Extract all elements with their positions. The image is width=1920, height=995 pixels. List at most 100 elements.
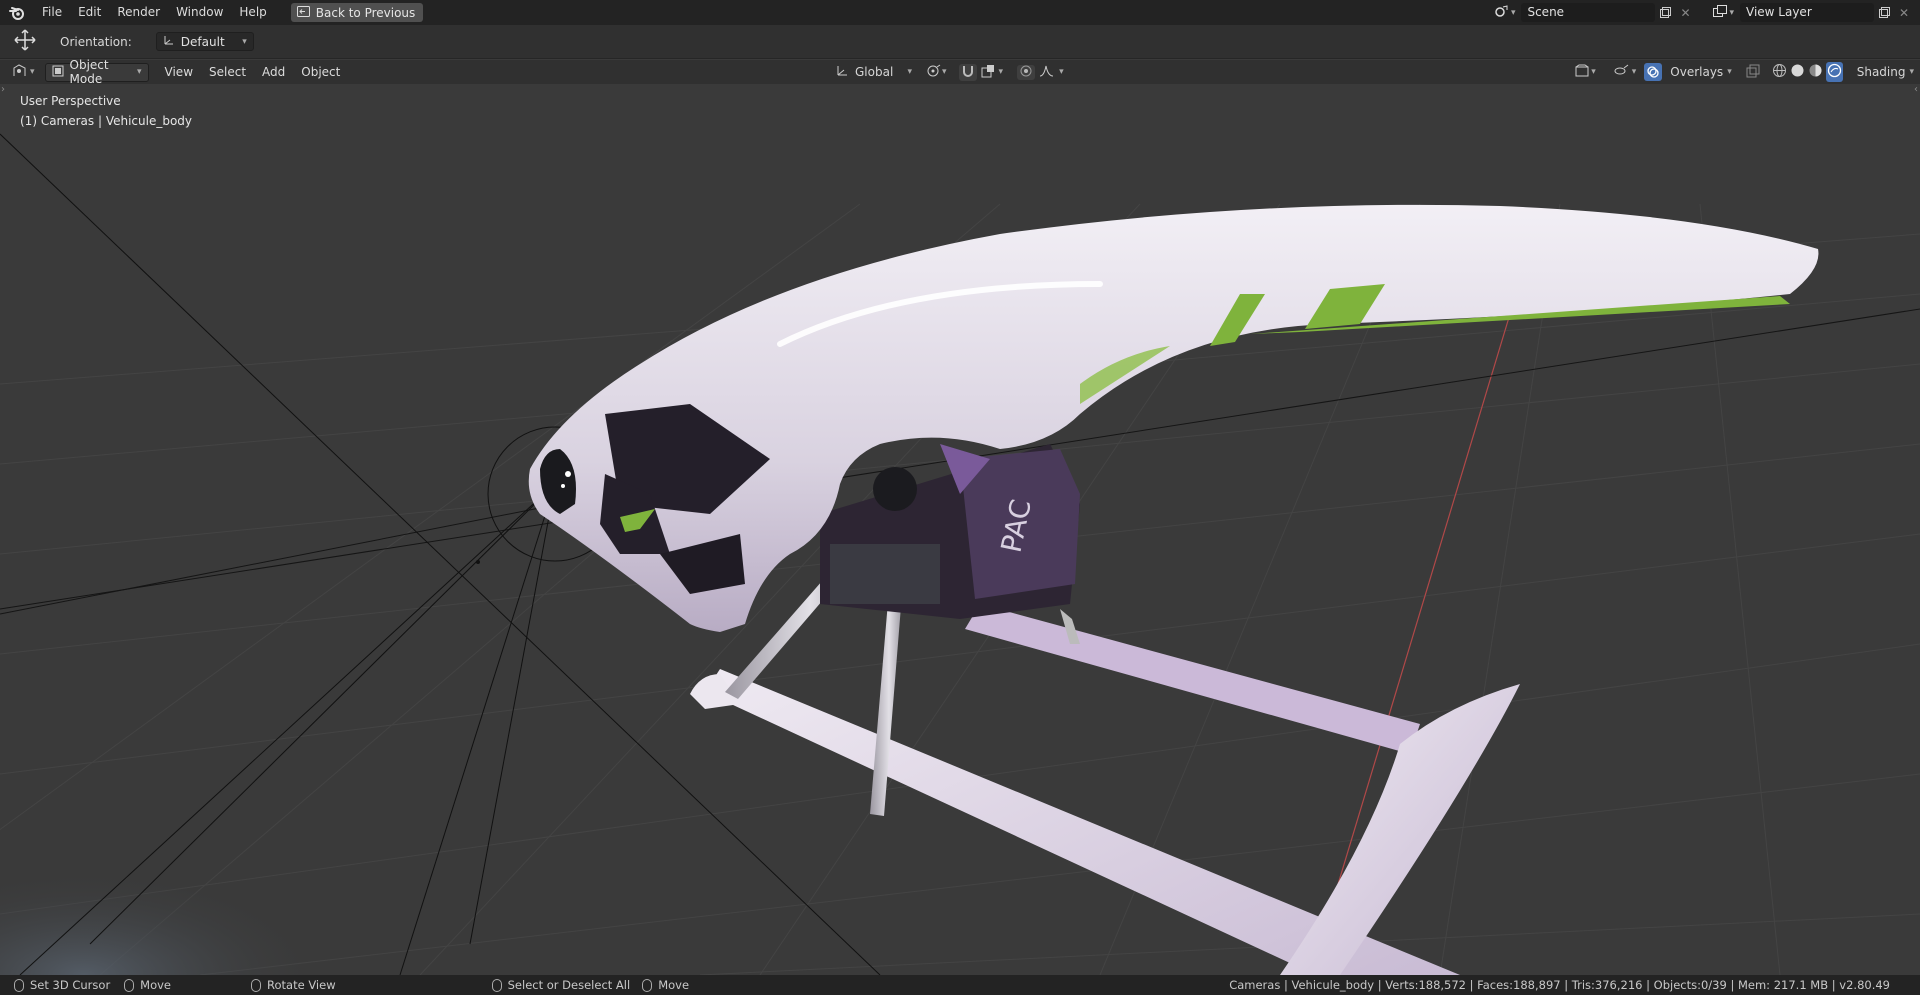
- chevron-down-icon: ▾: [998, 67, 1004, 77]
- 3d-cursor-icon: [476, 560, 480, 564]
- mouse-right-icon: [642, 978, 653, 992]
- editor-type-dropdown[interactable]: ▾: [12, 64, 35, 80]
- solid-shading-icon[interactable]: [1790, 63, 1805, 81]
- mouse-left-icon: [14, 978, 24, 992]
- chevron-down-icon: ▾: [907, 67, 912, 77]
- landing-frame: [690, 604, 1520, 975]
- top-menu-bar: File Edit Render Window Help Back to Pre…: [0, 0, 1920, 25]
- mouse-middle-icon: [251, 978, 262, 992]
- 3d-viewport[interactable]: PAC User Perspective (1) Cameras | Vehic…: [0, 84, 1920, 975]
- menu-view[interactable]: View: [157, 65, 201, 79]
- menu-file[interactable]: File: [34, 0, 70, 25]
- gizmos-dropdown[interactable]: ▾: [1614, 64, 1637, 80]
- menu-add[interactable]: Add: [254, 65, 293, 79]
- orientation-dropdown[interactable]: Default ▾: [155, 32, 254, 51]
- hint-label: Select or Deselect All: [507, 978, 631, 992]
- material-preview-icon[interactable]: [1808, 63, 1823, 81]
- status-hint-move: Move: [124, 978, 171, 992]
- view-layer-icon: [1713, 5, 1728, 20]
- new-scene-icon[interactable]: [1655, 3, 1675, 22]
- orientation-label: Orientation:: [60, 34, 132, 49]
- menu-select[interactable]: Select: [201, 65, 254, 79]
- sidebar-expand-arrow-icon[interactable]: ‹: [1914, 84, 1918, 95]
- status-bar: Set 3D Cursor Move Rotate View Select or…: [0, 975, 1920, 995]
- scene-icon: [1495, 4, 1509, 21]
- chevron-down-icon: ▾: [30, 67, 35, 77]
- mouse-left-icon: [491, 978, 502, 992]
- object-mode-icon: [52, 65, 64, 80]
- new-view-layer-icon[interactable]: [1874, 3, 1894, 22]
- scene-statistics: Cameras | Vehicule_body | Verts:188,572 …: [1229, 978, 1890, 992]
- engine-assembly: PAC: [820, 444, 1080, 619]
- pivot-point-dropdown[interactable]: ▾: [926, 64, 947, 81]
- menu-window[interactable]: Window: [168, 0, 231, 25]
- wireframe-shading-icon[interactable]: [1772, 63, 1787, 81]
- status-hint-set-cursor: Set 3D Cursor: [14, 978, 110, 992]
- menu-edit[interactable]: Edit: [70, 0, 109, 25]
- overlays-icon[interactable]: [1644, 63, 1663, 81]
- overlays-dropdown[interactable]: Overlays ▾: [1644, 63, 1732, 81]
- transform-orientation-dropdown[interactable]: Global ▾: [836, 64, 912, 80]
- chevron-down-icon: ▾: [942, 67, 947, 77]
- menu-render[interactable]: Render: [109, 0, 168, 25]
- chevron-down-icon: ▾: [1729, 7, 1734, 18]
- pivot-icon: [926, 64, 942, 81]
- chevron-down-icon: ▾: [1591, 67, 1596, 77]
- shading-mode-buttons[interactable]: [1772, 62, 1843, 82]
- mouse-middle-icon: [124, 978, 135, 992]
- chevron-down-icon: ▾: [1510, 7, 1516, 18]
- close-view-layer-icon[interactable]: ✕: [1894, 3, 1914, 22]
- chevron-down-icon: ▾: [137, 67, 142, 77]
- proportional-editing-controls[interactable]: ▾: [1017, 64, 1064, 80]
- object-mode-label: Object Mode: [69, 58, 109, 86]
- hint-label: Rotate View: [267, 978, 336, 992]
- tool-settings-header: Orientation: Default ▾: [0, 25, 1920, 59]
- viewport-scene: PAC: [0, 133, 1920, 975]
- back-icon: [296, 5, 310, 20]
- proportional-edit-icon[interactable]: [1017, 64, 1036, 80]
- orientation-value: Default: [180, 34, 225, 49]
- shading-label: Shading: [1856, 65, 1906, 79]
- xray-toggle-icon[interactable]: [1746, 64, 1760, 81]
- status-hint-rotate-view: Rotate View: [251, 978, 336, 992]
- scene-name-field[interactable]: Scene: [1521, 3, 1656, 22]
- chevron-down-icon: ▾: [1631, 67, 1637, 77]
- view-layer-field[interactable]: View Layer: [1740, 3, 1874, 22]
- active-object-label: (1) Cameras | Vehicule_body: [20, 114, 193, 128]
- scene-browse-dropdown[interactable]: ▾: [1489, 3, 1522, 22]
- overlays-label: Overlays: [1670, 65, 1724, 79]
- falloff-curve-icon[interactable]: [1039, 65, 1055, 80]
- chevron-down-icon: ▾: [1909, 67, 1914, 77]
- move-tool-icon[interactable]: [14, 29, 36, 54]
- hint-label: Move: [658, 978, 690, 992]
- vehicle-body: [528, 204, 1819, 632]
- visibility-filter-icon: [1575, 64, 1589, 80]
- horizon-line-2: [0, 503, 561, 615]
- shading-dropdown[interactable]: Shading ▾: [1857, 65, 1914, 79]
- hint-label: Move: [140, 978, 172, 992]
- view-layer-browse-dropdown[interactable]: ▾: [1707, 3, 1740, 22]
- back-to-previous-button[interactable]: Back to Previous: [290, 3, 424, 22]
- status-hint-move-2: Move: [642, 978, 689, 992]
- chevron-down-icon: ▾: [242, 36, 247, 47]
- orientation-axis-icon: [163, 34, 175, 49]
- chevron-down-icon: ▾: [1059, 67, 1064, 77]
- magnet-icon[interactable]: [958, 63, 977, 81]
- view-object-types-dropdown[interactable]: ▾: [1575, 64, 1596, 80]
- global-axis-icon: [836, 64, 849, 80]
- hint-label: Set 3D Cursor: [30, 978, 111, 992]
- snap-controls[interactable]: ▾: [958, 63, 1004, 81]
- toolbar-expand-arrow-icon[interactable]: ›: [1, 84, 5, 95]
- object-mode-dropdown[interactable]: Object Mode ▾: [44, 58, 149, 86]
- rendered-shading-icon[interactable]: [1825, 62, 1843, 82]
- menu-help[interactable]: Help: [231, 0, 274, 25]
- status-hint-select-all: Select or Deselect All: [491, 978, 631, 992]
- menu-object[interactable]: Object: [293, 65, 348, 79]
- close-scene-icon[interactable]: ✕: [1675, 3, 1695, 22]
- 3d-viewport-icon: [12, 64, 28, 80]
- back-to-previous-label: Back to Previous: [315, 5, 416, 20]
- blender-logo-icon[interactable]: [0, 0, 34, 25]
- gizmo-icon: [1614, 64, 1630, 80]
- view-perspective-label: User Perspective: [20, 94, 121, 108]
- snap-target-icon[interactable]: [981, 64, 995, 81]
